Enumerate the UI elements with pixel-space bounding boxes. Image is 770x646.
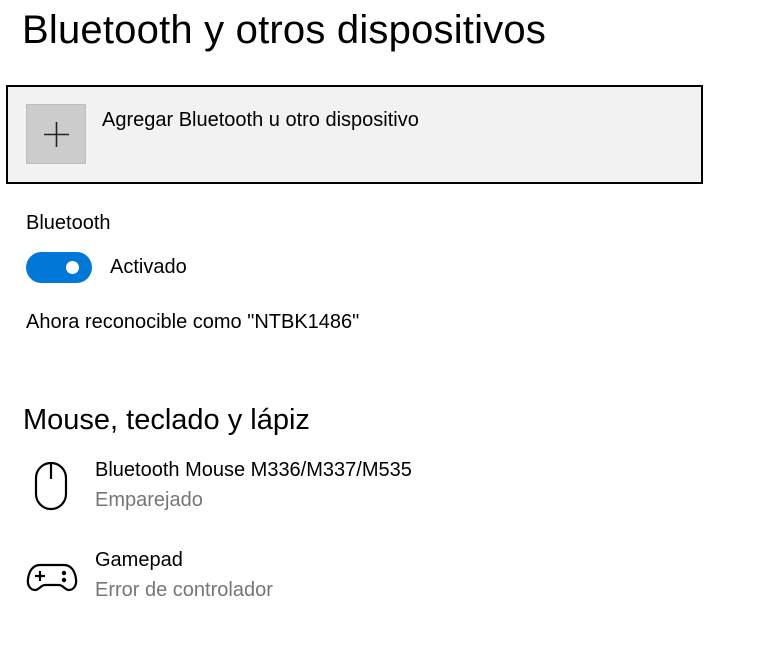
gamepad-icon <box>26 563 78 592</box>
device-status: Emparejado <box>95 489 203 511</box>
device-item-gamepad[interactable]: Gamepad Error de controlador <box>0 549 700 619</box>
bluetooth-toggle[interactable] <box>26 252 92 283</box>
bluetooth-label: Bluetooth <box>26 212 111 234</box>
bluetooth-state-label: Activado <box>110 256 187 278</box>
add-device-label: Agregar Bluetooth u otro dispositivo <box>102 109 419 131</box>
settings-page: Bluetooth y otros dispositivos Agregar B… <box>0 0 770 646</box>
device-item-mouse[interactable]: Bluetooth Mouse M336/M337/M535 Emparejad… <box>0 459 700 529</box>
plus-icon <box>26 104 86 164</box>
mouse-icon <box>34 461 68 511</box>
device-status: Error de controlador <box>95 579 273 601</box>
discoverable-text: Ahora reconocible como "NTBK1486" <box>26 311 360 333</box>
device-name: Bluetooth Mouse M336/M337/M535 <box>95 459 412 481</box>
device-name: Gamepad <box>95 549 183 571</box>
toggle-knob <box>66 261 79 274</box>
devices-section-heading: Mouse, teclado y lápiz <box>23 404 310 436</box>
page-title: Bluetooth y otros dispositivos <box>22 8 547 52</box>
add-device-button[interactable]: Agregar Bluetooth u otro dispositivo <box>6 85 703 184</box>
